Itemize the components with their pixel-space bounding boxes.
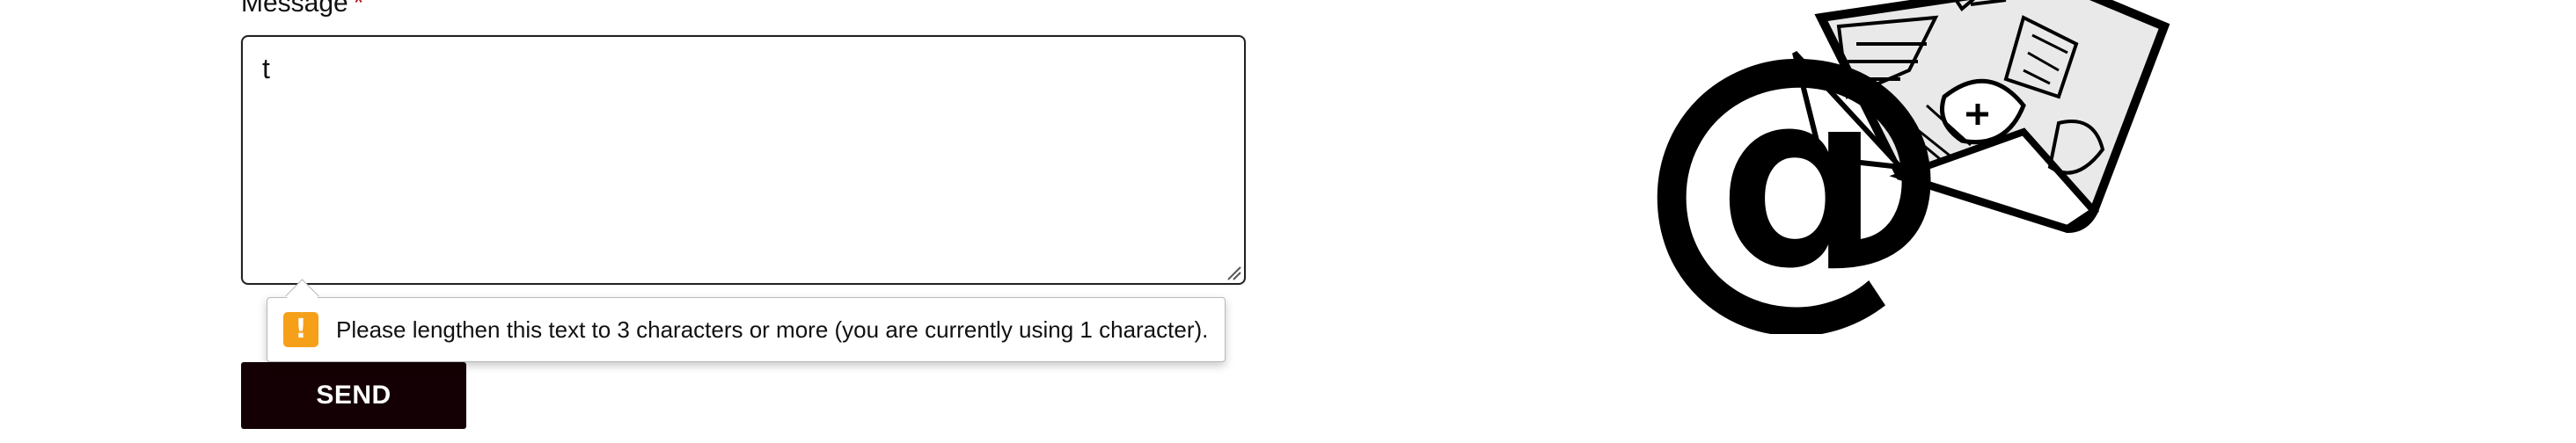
validation-tooltip: ! Please lengthen this text to 3 charact… [267,297,1226,362]
at-envelope-illustration-icon: @ [1636,0,2170,334]
at-sign-glyph: @ [1636,0,1953,334]
required-asterisk: * [353,0,364,18]
resize-grip-icon[interactable] [1225,264,1242,281]
warning-icon: ! [283,312,318,347]
send-button[interactable]: SEND [241,362,466,429]
validation-message: Please lengthen this text to 3 character… [336,316,1209,343]
message-label: Message * [241,0,363,19]
message-textarea[interactable] [241,35,1246,285]
message-label-text: Message [241,0,348,18]
at-sign-doodle: @ [1636,0,1953,334]
